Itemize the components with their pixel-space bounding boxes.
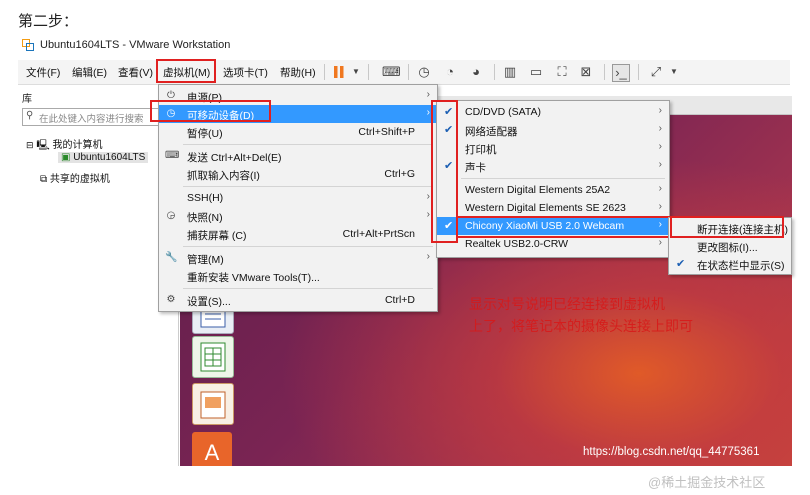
webcam-disconnect[interactable]: 断开连接(连接主机)	[669, 219, 791, 237]
window-title: Ubuntu1604LTS - VMware Workstation	[40, 39, 231, 51]
device-chicony-webcam[interactable]: ✔ Chicony XiaoMi USB 2.0 Webcam ›	[437, 217, 669, 235]
device-printer[interactable]: 打印机 ›	[437, 139, 669, 157]
device-sound-card[interactable]: ✔ 声卡 ›	[437, 157, 669, 175]
menu-item-removable-devices[interactable]: ◷ 可移动设备(D) ›	[159, 105, 437, 123]
check-icon: ✔	[676, 258, 686, 270]
watermark-url: https://blog.csdn.net/qq_44775361	[583, 446, 760, 458]
submenu-arrow-icon: ›	[426, 191, 430, 202]
library-search-input[interactable]: ⚲ 在此处键入内容进行搜索	[22, 108, 174, 126]
menu-view[interactable]: 查看(V)	[118, 65, 153, 80]
software-center-icon[interactable]: A	[192, 432, 232, 466]
submenu-arrow-icon: ›	[658, 105, 662, 116]
submenu-arrow-icon: ›	[426, 251, 430, 262]
library-panel: 库 ⚲ 在此处键入内容进行搜索 ⊟ 🖳 我的计算机 ▣ Ubuntu1604LT…	[18, 86, 179, 466]
annotation-text: 显示对号说明已经连接到虚拟机 上了，将笔记本的摄像头连接上即可	[469, 296, 693, 334]
webcam-show-in-statusbar[interactable]: ✔ 在状态栏中显示(S)	[669, 255, 791, 273]
library-title: 库	[22, 94, 32, 105]
menu-tabs[interactable]: 选项卡(T)	[223, 65, 268, 80]
computer-icon: 🖳	[36, 140, 50, 151]
stretch-dropdown-icon[interactable]: ▼	[666, 64, 682, 80]
search-icon: ⚲	[26, 110, 34, 121]
library-view-icon[interactable]: ▥	[502, 64, 518, 80]
wrench-icon: 🔧	[165, 252, 178, 263]
vm-dropdown-menu: ⏻ 电源(P) › ◷ 可移动设备(D) › 暂停(U) Ctrl+Shift+…	[158, 84, 438, 312]
snapshot-icon[interactable]: ◷	[416, 64, 432, 80]
menu-item-pause[interactable]: 暂停(U) Ctrl+Shift+P	[159, 123, 437, 141]
menu-item-reinstall-tools[interactable]: 重新安装 VMware Tools(T)...	[159, 267, 437, 285]
tree-shared-vms[interactable]: ⧉ 共享的虚拟机	[40, 170, 110, 185]
keyboard-icon: ⌨	[165, 150, 180, 161]
stretch-icon[interactable]: ⤢	[648, 64, 664, 80]
device-wd-25a2[interactable]: Western Digital Elements 25A2 ›	[437, 181, 669, 199]
menu-edit[interactable]: 编辑(E)	[72, 65, 107, 80]
submenu-arrow-icon: ›	[658, 201, 662, 212]
submenu-arrow-icon: ›	[658, 159, 662, 170]
submenu-arrow-icon: ›	[426, 209, 430, 220]
menu-item-grab-input[interactable]: 抓取输入内容(I) Ctrl+G	[159, 165, 437, 183]
menu-file[interactable]: 文件(F)	[26, 65, 60, 80]
send-keys-icon[interactable]: ⌨	[382, 64, 401, 80]
watermark-brand: @稀土掘金技术社区	[648, 475, 766, 490]
window-title-bar: Ubuntu1604LTS - VMware Workstation	[22, 37, 230, 53]
impress-app-icon[interactable]	[192, 383, 234, 425]
tree-vm-ubuntu[interactable]: ▣ Ubuntu1604LTS	[58, 152, 149, 163]
step-label: 第二步：	[18, 13, 79, 30]
vmware-logo-icon	[22, 39, 34, 51]
menu-item-power[interactable]: ⏻ 电源(P) ›	[159, 87, 437, 105]
menubar: 文件(F) 编辑(E) 查看(V) 虚拟机(M) 选项卡(T) 帮助(H) ▼ …	[18, 60, 790, 85]
menu-help[interactable]: 帮助(H)	[280, 65, 316, 80]
submenu-arrow-icon: ›	[658, 219, 662, 230]
unity-icon[interactable]: ⊠	[578, 64, 594, 80]
power-icon: ⏻	[167, 90, 175, 101]
shared-vm-icon: ⧉	[40, 174, 48, 185]
webcam-submenu: 断开连接(连接主机) 更改图标(I)... ✔ 在状态栏中显示(S)	[668, 217, 792, 275]
console-icon[interactable]: ›_	[612, 64, 630, 82]
search-placeholder: 在此处键入内容进行搜索	[39, 114, 144, 125]
check-icon: ✔	[444, 106, 454, 118]
pause-icon[interactable]	[331, 64, 347, 80]
submenu-arrow-icon: ›	[658, 123, 662, 134]
device-wd-se-2623[interactable]: Western Digital Elements SE 2623 ›	[437, 199, 669, 217]
collapse-icon[interactable]: ⊟	[26, 140, 34, 150]
submenu-arrow-icon: ›	[426, 107, 430, 118]
menu-item-manage[interactable]: 🔧 管理(M) ›	[159, 249, 437, 267]
removable-device-icon: ◷	[166, 108, 176, 119]
webcam-change-icon[interactable]: 更改图标(I)...	[669, 237, 791, 255]
snapshot-manager-icon[interactable]: ◕	[468, 64, 484, 80]
menu-item-capture-screen[interactable]: 捕获屏幕 (C) Ctrl+Alt+PrtScn	[159, 225, 437, 243]
device-realtek-crw[interactable]: Realtek USB2.0-CRW ›	[437, 235, 669, 253]
revert-snapshot-icon[interactable]: ◔	[442, 64, 458, 80]
submenu-arrow-icon: ›	[658, 141, 662, 152]
fullscreen-icon[interactable]: ⛶	[554, 64, 570, 80]
submenu-arrow-icon: ›	[658, 237, 662, 248]
submenu-arrow-icon: ›	[658, 183, 662, 194]
menu-item-ssh[interactable]: SSH(H) ›	[159, 189, 437, 207]
devices-submenu: ✔ CD/DVD (SATA) › ✔ 网络适配器 › 打印机 › ✔ 声卡 ›…	[436, 100, 670, 258]
check-icon: ✔	[444, 124, 454, 136]
submenu-arrow-icon: ›	[426, 89, 430, 100]
pause-dropdown-icon[interactable]: ▼	[348, 64, 364, 80]
menu-item-snapshot[interactable]: ◶ 快照(N) ›	[159, 207, 437, 225]
menu-item-send-ctrl-alt-del[interactable]: ⌨ 发送 Ctrl+Alt+Del(E)	[159, 147, 437, 165]
check-icon: ✔	[444, 160, 454, 172]
menu-item-settings[interactable]: ⚙ 设置(S)... Ctrl+D	[159, 291, 437, 309]
device-network-adapter[interactable]: ✔ 网络适配器 ›	[437, 121, 669, 139]
svg-text:A: A	[205, 440, 220, 465]
menu-vm[interactable]: 虚拟机(M)	[163, 65, 210, 80]
device-cd-dvd[interactable]: ✔ CD/DVD (SATA) ›	[437, 103, 669, 121]
thumbnail-view-icon[interactable]: ▭	[528, 64, 544, 80]
check-icon: ✔	[444, 220, 454, 232]
snapshot-icon: ◶	[166, 210, 176, 221]
vm-icon: ▣	[61, 152, 71, 163]
calc-app-icon[interactable]	[192, 336, 234, 378]
settings-icon: ⚙	[166, 294, 176, 305]
